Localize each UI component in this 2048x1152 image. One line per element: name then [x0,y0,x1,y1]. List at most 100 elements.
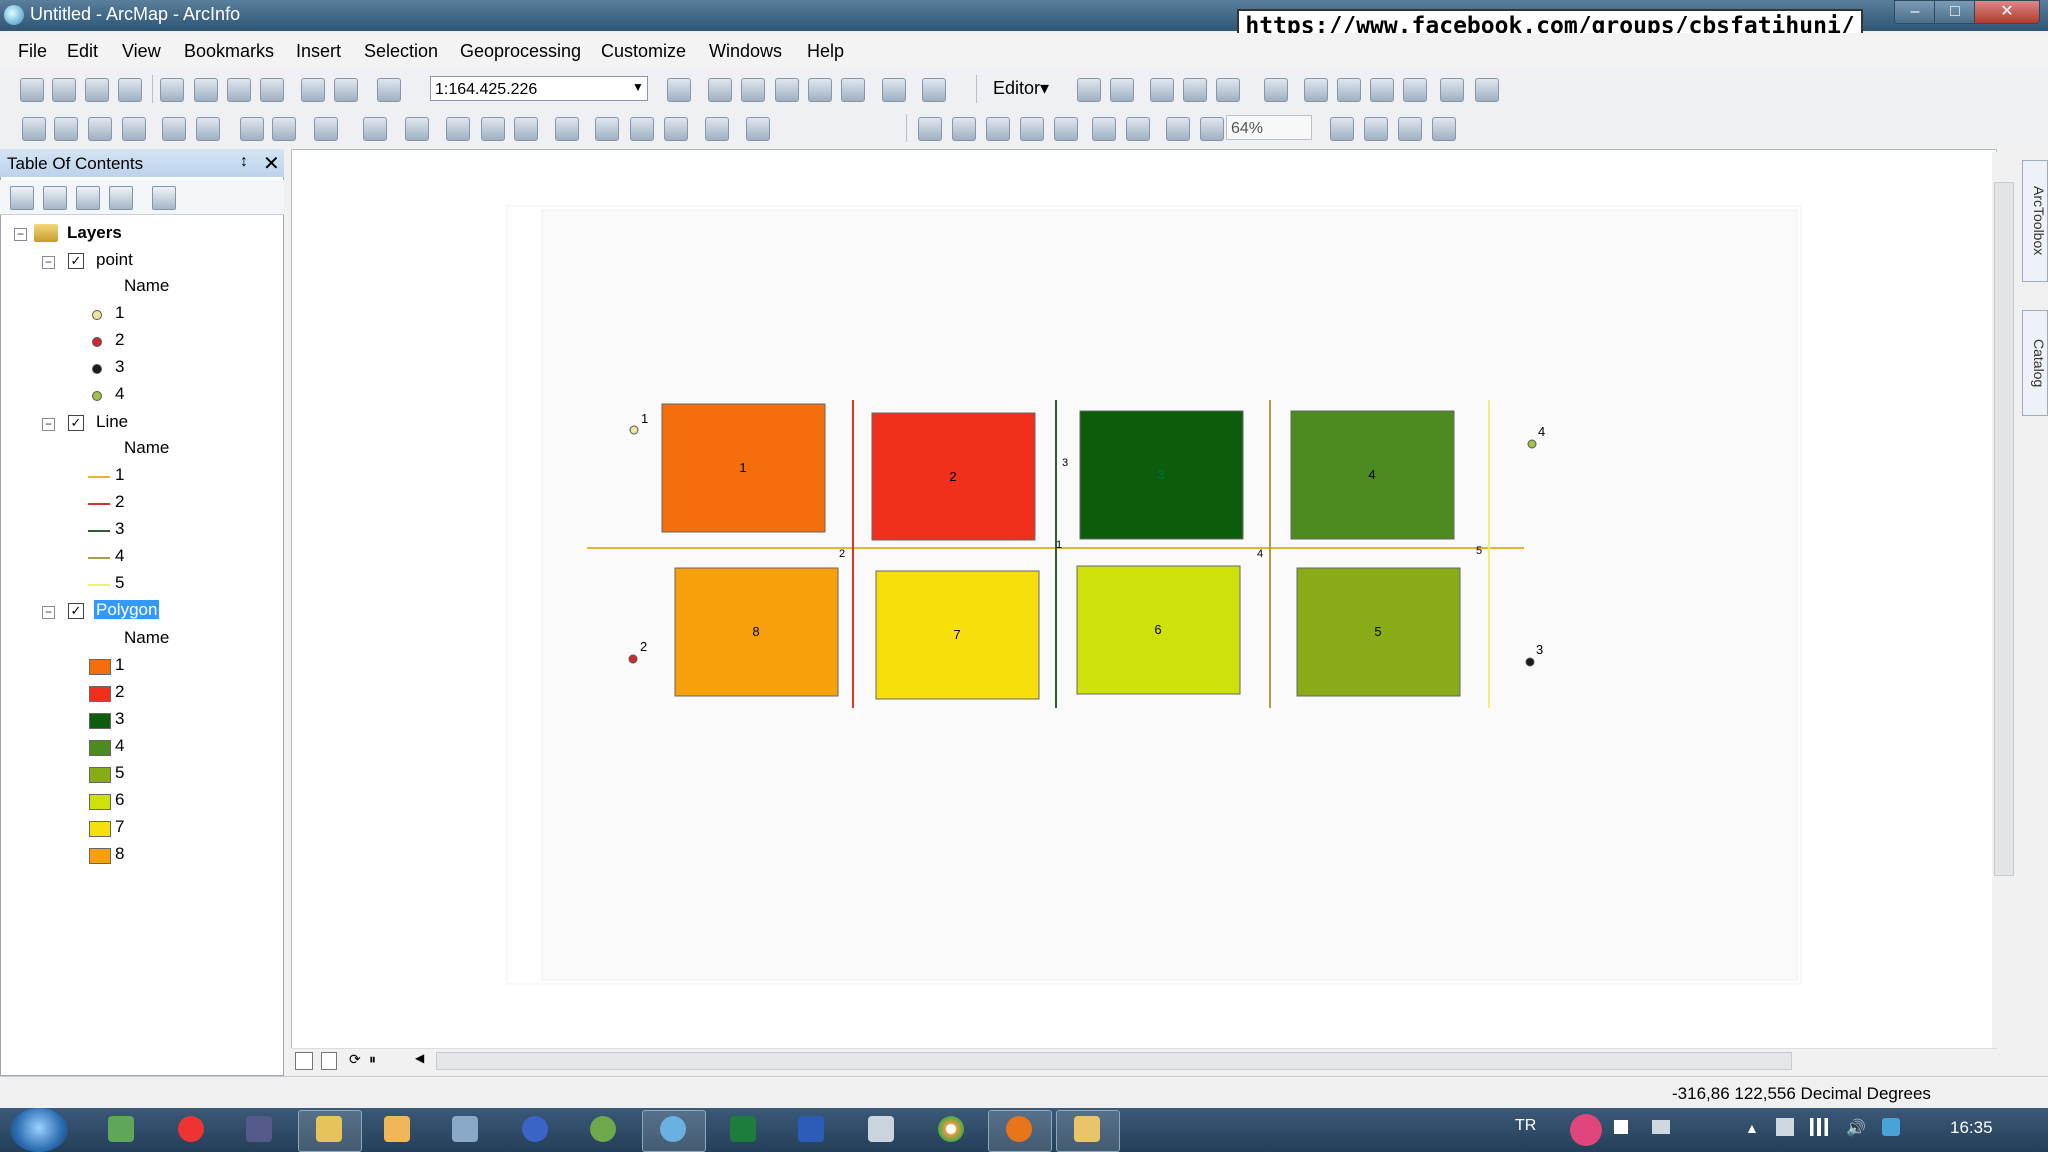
select-elements-icon[interactable] [405,117,429,141]
split-tool-icon[interactable] [1264,78,1288,102]
reshape-icon[interactable] [1304,78,1328,102]
layout-view-icon[interactable] [295,1052,313,1070]
full-extent-icon[interactable] [122,117,146,141]
toc-options-icon[interactable] [152,186,176,210]
catalog-dock-tab[interactable]: Catalog [2022,310,2048,416]
editor-toolbar-icon[interactable] [667,78,691,102]
toggle-draft-mode-icon[interactable] [1330,117,1354,141]
point-symbol-2[interactable] [92,337,102,347]
point-symbol-4[interactable] [92,391,102,401]
focus-data-frame-icon[interactable] [1364,117,1388,141]
map-canvas[interactable]: 1 2 3 4 8 7 6 5 1 2 3 4 2 1 3 4 5 [292,150,1996,1070]
identify-icon[interactable] [446,117,470,141]
layout-view[interactable]: 1 2 3 4 8 7 6 5 1 2 3 4 2 1 3 4 5 [291,149,1997,1071]
show-hidden-icons[interactable]: ▲ [1745,1120,1759,1136]
arcmap-task-icon[interactable] [660,1116,686,1142]
polygon-symbol-2[interactable] [89,686,111,702]
stop-icon[interactable] [1614,1120,1628,1134]
select-features-icon[interactable] [314,117,338,141]
polygon-symbol-8[interactable] [89,848,111,864]
data-view-icon[interactable] [321,1052,337,1070]
tray-app-icon[interactable] [1882,1118,1900,1136]
time-slider-icon[interactable] [705,117,729,141]
action-center-icon[interactable] [1776,1118,1794,1136]
model-builder-icon[interactable] [882,78,906,102]
zoom-whole-page-icon[interactable] [1020,117,1044,141]
explorer-icon[interactable] [1074,1116,1100,1142]
layout-back-icon[interactable] [1166,117,1190,141]
attributes-icon[interactable] [1440,78,1464,102]
zoom-in-icon[interactable] [22,117,46,141]
save-icon[interactable] [85,78,109,102]
change-layout-icon[interactable] [1398,117,1422,141]
trace-icon[interactable] [1216,78,1240,102]
close-icon[interactable]: ✕ [263,151,280,176]
open-icon[interactable] [52,78,76,102]
point-symbol-3[interactable] [92,364,102,374]
go-to-xy-icon[interactable] [664,117,688,141]
polygon-layer-visibility-checkbox[interactable]: ✓ [68,603,84,619]
python-icon[interactable] [841,78,865,102]
polygon-symbol-1[interactable] [89,659,111,675]
menu-file[interactable]: File [18,41,47,62]
layers-root[interactable]: Layers [67,223,122,243]
layout-forward-icon[interactable] [1200,117,1224,141]
polygon-layer-name[interactable]: Polygon [94,600,160,619]
recorder-tray-icon[interactable] [1570,1114,1602,1146]
menu-geoprocessing[interactable]: Geoprocessing [460,41,581,62]
end-point-arc-icon[interactable] [1183,78,1207,102]
fixed-zoom-in-icon[interactable] [162,117,186,141]
polygon-symbol-6[interactable] [89,794,111,810]
pen-app-icon[interactable] [316,1116,342,1142]
polygon-symbol-4[interactable] [89,740,111,756]
menu-selection[interactable]: Selection [364,41,438,62]
record-app-icon[interactable] [178,1116,204,1142]
fixed-layout-zoom-in-icon[interactable] [1092,117,1116,141]
polygon-symbol-3[interactable] [89,713,111,729]
zoom-out-icon[interactable] [54,117,78,141]
line-layer-name[interactable]: Line [96,412,128,432]
find-icon[interactable] [595,117,619,141]
create-viewer-icon[interactable] [746,117,770,141]
camera-icon[interactable] [1652,1120,1670,1134]
notepad-icon[interactable] [868,1116,894,1142]
arcgis-app-icon[interactable] [590,1116,616,1142]
menu-edit[interactable]: Edit [67,41,98,62]
paste-icon[interactable] [227,78,251,102]
html-popup-icon[interactable] [514,117,538,141]
line-symbol-2[interactable] [88,503,110,505]
menu-windows[interactable]: Windows [709,41,782,62]
pause-icon[interactable]: ⏸ [369,1051,376,1068]
zoom-100-icon[interactable] [1054,117,1078,141]
cut-polygons-icon[interactable] [1337,78,1361,102]
line-symbol-5[interactable] [88,584,110,586]
list-by-source-icon[interactable] [43,186,67,210]
polygon-layer-collapse-toggle[interactable]: − [42,606,55,619]
firefox-icon[interactable] [1006,1116,1032,1142]
edit-tool-icon[interactable] [1077,78,1101,102]
scroll-left-icon[interactable]: ◀ [415,1051,424,1065]
sketch-properties-icon[interactable] [1403,78,1427,102]
list-by-drawing-order-icon[interactable] [10,186,34,210]
fixed-layout-zoom-out-icon[interactable] [1126,117,1150,141]
link-app-icon[interactable] [246,1116,272,1142]
forward-icon[interactable] [272,117,296,141]
point-layer-name[interactable]: point [96,250,133,270]
vertical-scrollbar-thumb[interactable] [1994,182,2014,876]
catalog-window-icon[interactable] [741,78,765,102]
line-layer-collapse-toggle[interactable]: − [42,418,55,431]
back-icon[interactable] [240,117,264,141]
create-features-icon[interactable] [1475,78,1499,102]
menu-bookmarks[interactable]: Bookmarks [184,41,274,62]
measure-icon[interactable] [555,117,579,141]
layout-zoom-combo[interactable]: 64% [1226,115,1312,140]
point-layer-collapse-toggle[interactable]: − [42,256,55,269]
data-driven-pages-icon[interactable] [1432,117,1456,141]
list-by-selection-icon[interactable] [109,186,133,210]
chrome-icon[interactable] [938,1116,964,1142]
point-symbol-1[interactable] [92,310,102,320]
polygon-symbol-7[interactable] [89,821,111,837]
layout-zoom-in-icon[interactable] [918,117,942,141]
horizontal-scrollbar-thumb[interactable] [436,1052,1792,1070]
search-window-icon[interactable] [775,78,799,102]
